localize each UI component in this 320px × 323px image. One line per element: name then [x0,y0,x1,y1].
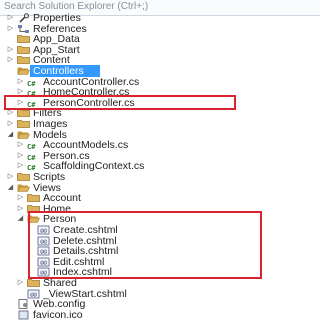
svg-text:@@: @@ [40,228,47,234]
cshtml-file-icon: @@ [37,267,51,277]
folder-icon [27,278,41,288]
expand-spacer [6,309,15,321]
wrench-icon [17,13,31,23]
cs-file-icon: C# [27,143,36,151]
folder-icon [17,172,31,182]
cshtml-file-icon: @@ [37,246,51,256]
cs-file-icon: C# [27,90,36,98]
config-file-icon [17,299,31,309]
folder-icon [17,108,31,118]
tree-item[interactable]: favicon.ico [0,309,320,321]
image-file-icon [17,310,31,320]
tree-item-label: favicon.ico [33,309,83,321]
cs-file-icon: C# [27,164,36,172]
folder-icon [17,119,31,129]
folder-icon [27,193,41,203]
svg-text:@@: @@ [40,270,47,276]
folder-open-icon [17,66,31,76]
cshtml-file-icon: @@ [37,225,51,235]
folder-icon [17,55,31,65]
folder-icon [17,34,31,44]
folder-open-icon [27,214,41,224]
svg-text:@@: @@ [40,249,47,255]
search-placeholder: Search Solution Explorer (Ctrl+;) [4,1,149,12]
